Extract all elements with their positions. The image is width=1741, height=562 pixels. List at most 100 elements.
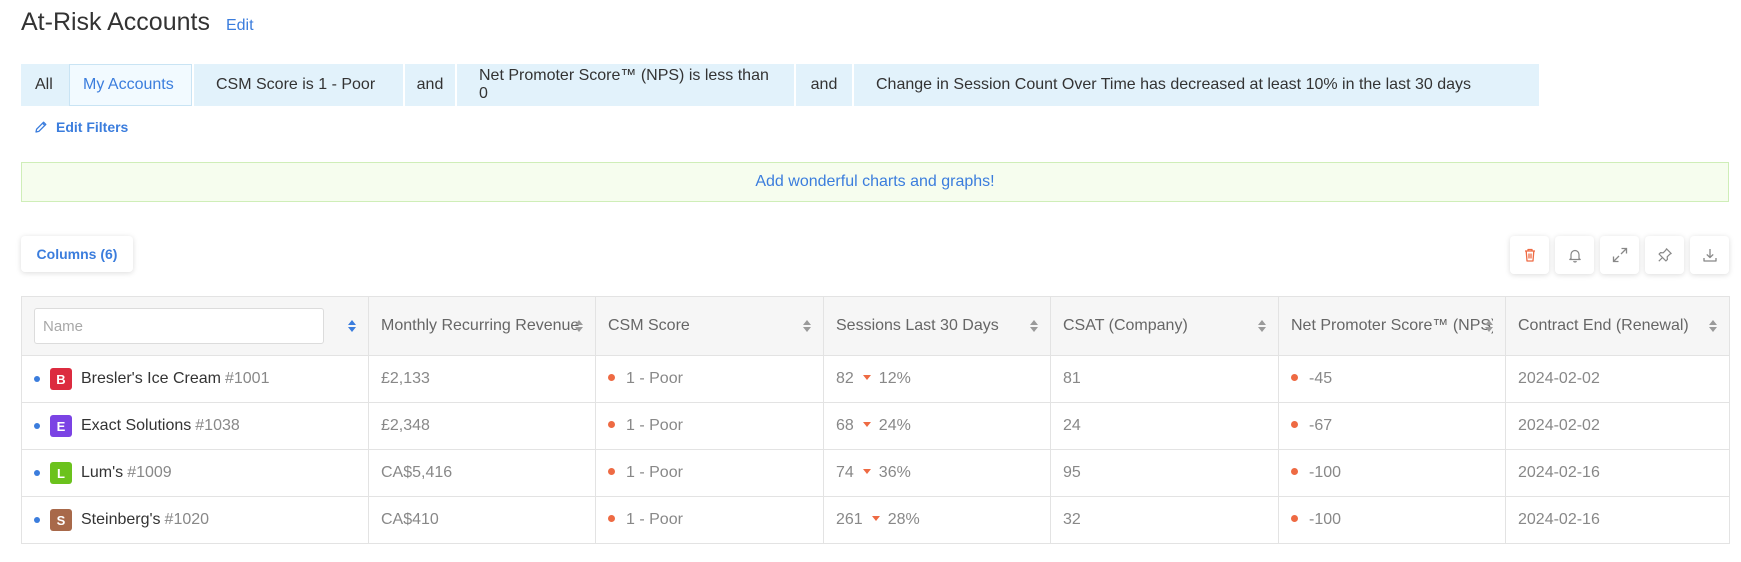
name-filter-input[interactable] bbox=[34, 308, 324, 344]
filter-bar: All My Accounts CSM Score is 1 - Poor an… bbox=[21, 64, 1539, 106]
status-dot-icon bbox=[1291, 421, 1298, 429]
account-id: #1001 bbox=[224, 370, 270, 387]
nps-value: -100 bbox=[1309, 511, 1342, 528]
sessions-cell: 68 24% bbox=[823, 402, 1051, 450]
avatar: B bbox=[50, 368, 72, 390]
pencil-icon bbox=[35, 121, 47, 133]
header-label: Sessions Last 30 Days bbox=[836, 317, 999, 334]
status-dot-icon bbox=[608, 515, 615, 523]
filter-condition-csm-score[interactable]: CSM Score is 1 - Poor bbox=[194, 64, 403, 106]
table-row[interactable]: S Steinberg's #1020 CA$410 1 - Poor 261 2… bbox=[21, 496, 1730, 544]
mrr-cell: CA$410 bbox=[368, 496, 596, 544]
account-id: #1009 bbox=[127, 464, 172, 481]
nps-value: -67 bbox=[1309, 417, 1333, 434]
name-cell: E Exact Solutions #1038 bbox=[21, 402, 369, 450]
status-dot-icon bbox=[608, 374, 615, 382]
sessions-value: 74 bbox=[836, 464, 854, 481]
csm-score-cell: 1 - Poor bbox=[595, 496, 824, 544]
title-row: At-Risk Accounts Edit bbox=[21, 8, 254, 37]
name-cell: L Lum's #1009 bbox=[21, 449, 369, 497]
delete-button[interactable] bbox=[1510, 236, 1549, 274]
status-dot-icon bbox=[608, 421, 615, 429]
account-id: #1038 bbox=[195, 417, 240, 434]
table-header-row: Monthly Recurring Revenue CSM Score Sess… bbox=[21, 296, 1730, 356]
decrease-arrow-icon bbox=[871, 516, 880, 522]
csm-score-value: 1 - Poor bbox=[626, 417, 683, 434]
columns-button[interactable]: Columns (6) bbox=[21, 236, 133, 272]
account-name-link[interactable]: Exact Solutions bbox=[81, 417, 191, 435]
contract-end-cell: 2024-02-02 bbox=[1518, 417, 1600, 434]
header-name bbox=[21, 296, 369, 356]
header-label: CSM Score bbox=[608, 317, 690, 334]
decrease-arrow-icon bbox=[862, 375, 871, 381]
nps-cell: -100 bbox=[1278, 449, 1506, 497]
csm-score-cell: 1 - Poor bbox=[595, 355, 824, 403]
account-name-link[interactable]: Lum's bbox=[81, 464, 123, 482]
expand-button[interactable] bbox=[1600, 236, 1639, 274]
contract-end-cell: 2024-02-16 bbox=[1518, 511, 1600, 528]
account-name-link[interactable]: Bresler's Ice Cream bbox=[81, 370, 221, 388]
nps-value: -45 bbox=[1309, 370, 1333, 387]
mrr-cell: £2,133 bbox=[368, 355, 596, 403]
session-change-value: 24% bbox=[878, 417, 911, 434]
nps-cell: -67 bbox=[1278, 402, 1506, 450]
header-csm-score[interactable]: CSM Score bbox=[595, 296, 824, 356]
sort-name-icon[interactable] bbox=[348, 320, 356, 332]
account-name-link[interactable]: Steinberg's bbox=[81, 511, 161, 529]
table-row[interactable]: E Exact Solutions #1038 £2,348 1 - Poor … bbox=[21, 402, 1730, 450]
edit-filters-button[interactable]: Edit Filters bbox=[34, 119, 128, 135]
header-mrr[interactable]: Monthly Recurring Revenue bbox=[368, 296, 596, 356]
nps-cell: -100 bbox=[1278, 496, 1506, 544]
filter-joiner: and bbox=[405, 64, 455, 106]
header-contract-end[interactable]: Contract End (Renewal) bbox=[1506, 297, 1730, 356]
csat-cell: 32 bbox=[1050, 496, 1279, 544]
sessions-cell: 261 28% bbox=[823, 496, 1051, 544]
scope-my-accounts-tab[interactable]: My Accounts bbox=[69, 64, 192, 106]
edit-title-link[interactable]: Edit bbox=[226, 17, 254, 35]
header-csat[interactable]: CSAT (Company) bbox=[1050, 296, 1279, 356]
csm-score-value: 1 - Poor bbox=[626, 370, 683, 387]
filter-condition-session-count[interactable]: Change in Session Count Over Time has de… bbox=[854, 64, 1539, 106]
contract-end-cell: 2024-02-02 bbox=[1518, 370, 1600, 387]
filter-condition-nps[interactable]: Net Promoter Score™ (NPS) is less than 0 bbox=[457, 64, 794, 106]
table-row[interactable]: L Lum's #1009 CA$5,416 1 - Poor 74 36% 95… bbox=[21, 449, 1730, 497]
edit-filters-label: Edit Filters bbox=[56, 119, 129, 135]
add-charts-link[interactable]: Add wonderful charts and graphs! bbox=[755, 173, 994, 191]
decrease-arrow-icon bbox=[862, 422, 871, 428]
avatar: L bbox=[50, 462, 72, 484]
csat-cell: 81 bbox=[1050, 355, 1279, 403]
trash-icon bbox=[1524, 248, 1535, 262]
expand-icon bbox=[1612, 247, 1627, 263]
header-nps[interactable]: Net Promoter Score™ (NPS) bbox=[1278, 296, 1506, 356]
header-sessions[interactable]: Sessions Last 30 Days bbox=[823, 296, 1051, 356]
session-change-value: 28% bbox=[887, 511, 920, 528]
download-button[interactable] bbox=[1690, 236, 1729, 274]
sessions-cell: 82 12% bbox=[823, 355, 1051, 403]
pin-button[interactable] bbox=[1645, 236, 1684, 274]
avatar: E bbox=[50, 415, 72, 437]
status-dot-icon bbox=[1291, 515, 1298, 523]
sessions-value: 261 bbox=[836, 511, 863, 528]
sort-icon[interactable] bbox=[803, 320, 811, 332]
mrr-cell: CA$5,416 bbox=[368, 449, 596, 497]
nps-value: -100 bbox=[1309, 464, 1342, 481]
sessions-cell: 74 36% bbox=[823, 449, 1051, 497]
sort-icon[interactable] bbox=[1258, 320, 1266, 332]
row-bullet-icon bbox=[34, 517, 40, 523]
bell-icon bbox=[1568, 249, 1581, 263]
table-toolbar bbox=[1510, 236, 1729, 274]
sort-icon[interactable] bbox=[575, 320, 583, 332]
contract-end-cell: 2024-02-16 bbox=[1518, 464, 1600, 481]
csm-score-value: 1 - Poor bbox=[626, 511, 683, 528]
table-row[interactable]: B Bresler's Ice Cream #1001 £2,133 1 - P… bbox=[21, 355, 1730, 403]
sort-icon[interactable] bbox=[1485, 320, 1493, 332]
alerts-button[interactable] bbox=[1555, 236, 1594, 274]
mrr-cell: £2,348 bbox=[368, 402, 596, 450]
csat-cell: 95 bbox=[1050, 449, 1279, 497]
sort-icon[interactable] bbox=[1709, 320, 1717, 332]
sort-icon[interactable] bbox=[1030, 320, 1038, 332]
header-label: Monthly Recurring Revenue bbox=[381, 317, 580, 334]
accounts-table: Monthly Recurring Revenue CSM Score Sess… bbox=[21, 296, 1730, 544]
decrease-arrow-icon bbox=[862, 469, 871, 475]
scope-all-tab[interactable]: All bbox=[21, 64, 69, 106]
